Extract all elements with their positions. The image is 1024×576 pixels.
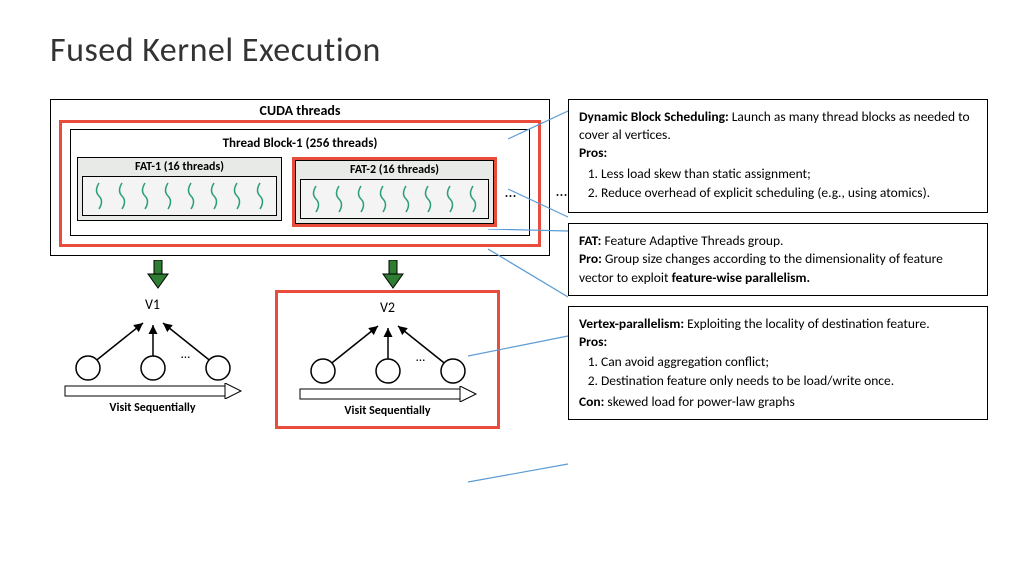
fat-row: FAT-1 (16 threads) — [77, 157, 523, 227]
box3-desc: Exploiting the locality of destination f… — [684, 315, 930, 332]
thread-wave-icon — [114, 181, 130, 211]
fat-2-box: FAT-2 (16 threads) — [295, 160, 494, 224]
box1-pros-list: Less load skew than static assignment; R… — [579, 165, 977, 202]
thread-wave-icon — [442, 184, 458, 214]
box3-pros-list: Can avoid aggregation conflict; Destinat… — [579, 353, 977, 390]
thread-wave-icon — [420, 184, 436, 214]
box3-pro2: Destination feature only needs to be loa… — [601, 372, 977, 390]
thread-wave-icon — [91, 181, 107, 211]
arrow-v1 — [45, 260, 270, 290]
info-box-vertex: Vertex-parallelism: Exploiting the local… — [568, 306, 988, 420]
slide: Fused Kernel Execution CUDA threads Thre… — [0, 0, 1024, 576]
fat-1-box: FAT-1 (16 threads) — [77, 157, 282, 221]
thread-block-box: Thread Block-1 (256 threads) FAT-1 (16 t… — [70, 129, 530, 236]
v2-graph-icon: … — [288, 316, 488, 386]
box3-con-label: Con: — [579, 393, 604, 410]
fat-2-threads — [300, 179, 489, 219]
thread-wave-icon — [375, 184, 391, 214]
thread-wave-icon — [353, 184, 369, 214]
v1-label: V1 — [145, 296, 160, 313]
thread-wave-icon — [229, 181, 245, 211]
thread-wave-icon — [398, 184, 414, 214]
box1-pros-label: Pros: — [579, 144, 607, 161]
box3-con-text: skewed load for power-law graphs — [604, 393, 794, 410]
box2-pro-label: Pro: — [579, 250, 602, 267]
box2-heading: FAT: — [579, 232, 601, 249]
thread-wave-icon — [308, 184, 324, 214]
vertex-row: V1 … Visit Sequentially V2 — [50, 290, 550, 429]
info-box-fat: FAT: Feature Adaptive Threads group. Pro… — [568, 223, 988, 296]
v2-label: V2 — [380, 299, 395, 316]
down-arrow-icon — [146, 260, 170, 290]
v1-block: V1 … Visit Sequentially — [40, 290, 265, 429]
v2-seq-label: Visit Sequentially — [344, 404, 430, 418]
thread-wave-icon — [465, 184, 481, 214]
fat-1-wrap: FAT-1 (16 threads) — [77, 157, 282, 221]
thread-wave-icon — [137, 181, 153, 211]
arrow-v2 — [280, 260, 505, 290]
thread-wave-icon — [252, 181, 268, 211]
arrows-row — [50, 260, 550, 290]
fat-2-highlight: FAT-2 (16 threads) — [292, 157, 497, 227]
thread-wave-icon — [160, 181, 176, 211]
v2-block-highlight: V2 … Visit Sequentially — [275, 290, 500, 429]
box1-heading: Dynamic Block Scheduling: — [579, 108, 729, 125]
box3-pros-label: Pros: — [579, 333, 607, 350]
thread-block-label: Thread Block-1 (256 threads) — [77, 134, 523, 153]
fat-ellipsis: … — [505, 183, 516, 202]
v1-graph-icon: … — [53, 313, 253, 383]
sequential-arrow-icon — [298, 386, 478, 402]
box2-emphasis: feature-wise parallelism. — [672, 269, 811, 286]
slide-title: Fused Kernel Execution — [50, 30, 1014, 71]
box2-desc: Feature Adaptive Threads group. — [601, 232, 783, 249]
thread-wave-icon — [206, 181, 222, 211]
diagram-column: CUDA threads Thread Block-1 (256 threads… — [50, 99, 550, 429]
thread-wave-icon — [183, 181, 199, 211]
box1-pro2: Reduce overhead of explicit scheduling (… — [601, 184, 977, 202]
fat-2-label: FAT-2 (16 threads) — [300, 163, 489, 177]
v1-seq-label: Visit Sequentially — [109, 401, 195, 415]
info-column: Dynamic Block Scheduling: Launch as many… — [568, 99, 988, 420]
fat-1-threads — [82, 176, 277, 216]
box1-pro1: Less load skew than static assignment; — [601, 165, 977, 183]
box3-pro1: Can avoid aggregation conflict; — [601, 353, 977, 371]
cuda-threads-box: CUDA threads Thread Block-1 (256 threads… — [50, 99, 550, 256]
thread-block-highlight: Thread Block-1 (256 threads) FAT-1 (16 t… — [59, 120, 541, 247]
fat-1-label: FAT-1 (16 threads) — [82, 160, 277, 174]
svg-text:…: … — [181, 347, 190, 362]
svg-text:…: … — [416, 350, 425, 365]
sequential-arrow-icon — [63, 383, 243, 399]
content-area: CUDA threads Thread Block-1 (256 threads… — [50, 99, 1014, 429]
cuda-label: CUDA threads — [59, 100, 541, 121]
thread-wave-icon — [331, 184, 347, 214]
info-box-scheduling: Dynamic Block Scheduling: Launch as many… — [568, 99, 988, 213]
down-arrow-icon — [381, 260, 405, 290]
box3-heading: Vertex-parallelism: — [579, 315, 684, 332]
